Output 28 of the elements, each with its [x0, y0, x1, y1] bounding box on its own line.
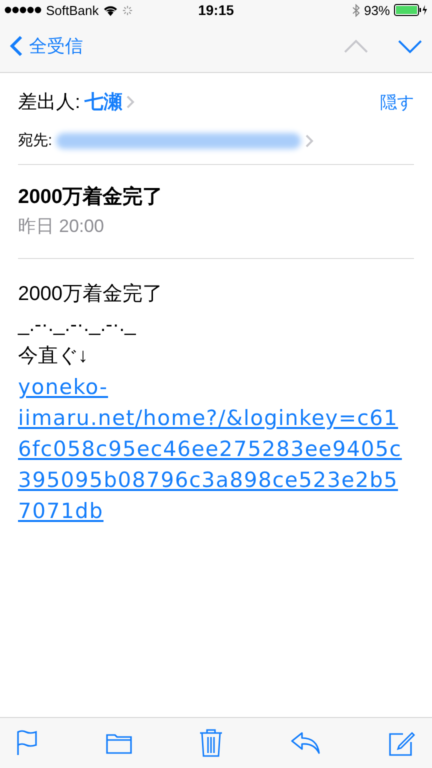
back-button[interactable]: 全受信: [10, 34, 83, 58]
sender-name[interactable]: 七瀬: [84, 89, 122, 115]
wifi-icon: [102, 4, 118, 16]
battery-charging-icon: [394, 4, 428, 16]
reply-icon[interactable]: [290, 731, 320, 755]
message-text: 2000万着金完了: [18, 282, 164, 307]
compose-icon[interactable]: [388, 729, 416, 757]
flag-icon[interactable]: [16, 730, 38, 756]
battery-percent: 93%: [364, 2, 390, 18]
message-date: 昨日 20:00: [18, 215, 106, 238]
chevron-icon: [126, 95, 136, 109]
message-text: 今直ぐ↓: [18, 344, 89, 369]
message-link[interactable]: yoneko-iimaru.net/home?/&loginkey=c616fc058c95ec46ee275283ee9405c395095b08796c3a898ce523e2b57071db: [18, 372, 412, 527]
message-subject: 2000万着金完了: [18, 184, 164, 210]
trash-icon[interactable]: [199, 728, 223, 758]
message-text: _.-·._.-·._.-·._: [18, 313, 137, 338]
carrier-name: SoftBank: [46, 2, 99, 18]
status-time: 19:15: [198, 2, 234, 18]
chevron-icon: [305, 134, 314, 148]
sender-label: 差出人:: [18, 91, 80, 115]
hide-link[interactable]: 隠す: [380, 90, 414, 114]
loading-icon: [122, 4, 133, 16]
signal-icon: [4, 6, 42, 14]
back-chevron-icon: [10, 35, 23, 57]
folder-icon[interactable]: [106, 732, 132, 754]
recipient-label: 宛先:: [18, 131, 52, 150]
next-message-button[interactable]: [398, 38, 422, 54]
bluetooth-icon: [352, 4, 360, 16]
